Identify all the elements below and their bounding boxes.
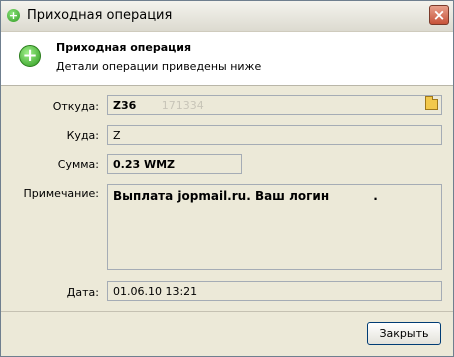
from-value-hidden: 171334 (161, 99, 204, 112)
header-subtitle: Детали операции приведены ниже (56, 60, 262, 73)
close-dialog-button[interactable]: Закрыть (367, 322, 441, 345)
add-icon: + (7, 9, 20, 22)
note-value-tail: . (373, 189, 378, 203)
close-button[interactable]: × (429, 5, 449, 25)
to-field[interactable]: Z (107, 125, 442, 145)
window-title: Приходная операция (27, 8, 173, 23)
title-bar[interactable]: + Приходная операция × (1, 1, 453, 32)
note-field[interactable]: Выплата jopmail.ru. Ваш логин . (107, 184, 442, 270)
note-value: Выплата jopmail.ru. Ваш логин (113, 189, 330, 203)
note-label: Примечание: (23, 187, 99, 200)
from-field[interactable]: Z36 171334 (107, 95, 442, 115)
add-icon: + (19, 45, 41, 67)
dialog-window: + Приходная операция × + Приходная опера… (0, 0, 454, 357)
amount-value: 0.23 WMZ (113, 158, 176, 171)
amount-label: Сумма: (57, 158, 99, 171)
from-value: Z36 (113, 99, 137, 112)
footer-divider (1, 311, 453, 312)
to-label: Куда: (66, 129, 99, 142)
dialog-header: + Приходная операция Детали операции при… (1, 32, 453, 86)
date-field[interactable]: 01.06.10 13:21 (107, 281, 442, 301)
date-label: Дата: (66, 286, 99, 299)
from-label: Откуда: (52, 100, 99, 113)
amount-field[interactable]: 0.23 WMZ (107, 154, 242, 174)
header-title: Приходная операция (56, 41, 192, 54)
folder-icon[interactable] (425, 96, 438, 110)
to-value: Z (113, 129, 121, 142)
date-value: 01.06.10 13:21 (113, 285, 198, 298)
